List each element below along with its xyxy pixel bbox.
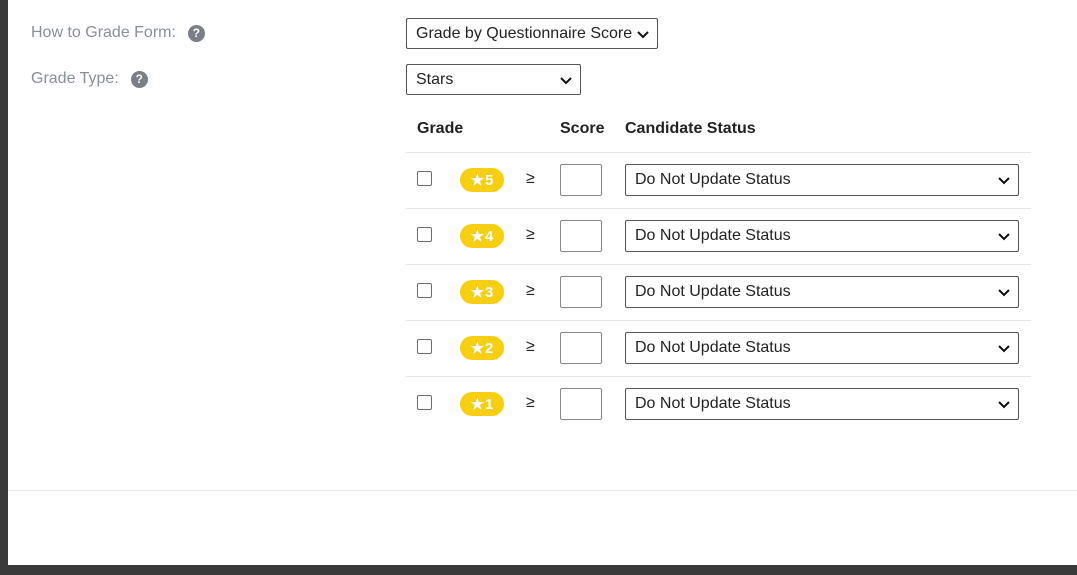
candidate-status-column-header: Candidate Status xyxy=(625,120,756,137)
star-grade-badge: ★ 2 xyxy=(460,336,504,360)
grade-column-header: Grade xyxy=(417,120,464,137)
candidate-status-value: Do Not Update Status xyxy=(635,395,791,412)
grade-type-select[interactable]: Stars xyxy=(406,64,581,95)
greater-or-equal-symbol: ≥ xyxy=(526,226,535,243)
candidate-status-select[interactable]: Do Not Update Status xyxy=(625,276,1019,308)
chevron-down-icon xyxy=(998,289,1010,297)
grade-value: 4 xyxy=(485,227,494,245)
star-icon: ★ xyxy=(470,284,485,301)
star-icon: ★ xyxy=(470,396,485,413)
score-column-header: Score xyxy=(560,120,605,137)
star-icon: ★ xyxy=(470,172,485,189)
how-to-grade-label: How to Grade Form: ? xyxy=(31,24,205,42)
candidate-status-value: Do Not Update Status xyxy=(635,171,791,188)
grade-value: 3 xyxy=(485,283,494,301)
chevron-down-icon xyxy=(637,30,649,38)
star-grade-badge: ★ 3 xyxy=(460,280,504,304)
grade-type-label: Grade Type: ? xyxy=(31,70,148,88)
chevron-down-icon xyxy=(998,233,1010,241)
grade-checkbox[interactable] xyxy=(417,171,432,186)
candidate-status-value: Do Not Update Status xyxy=(635,339,791,356)
score-input[interactable] xyxy=(560,332,602,364)
score-input[interactable] xyxy=(560,388,602,420)
greater-or-equal-symbol: ≥ xyxy=(526,170,535,187)
candidate-status-value: Do Not Update Status xyxy=(635,283,791,300)
star-icon: ★ xyxy=(470,340,485,357)
candidate-status-select[interactable]: Do Not Update Status xyxy=(625,388,1019,420)
row-divider xyxy=(406,320,1031,321)
row-divider xyxy=(406,376,1031,377)
grade-checkbox[interactable] xyxy=(417,395,432,410)
row-divider xyxy=(406,264,1031,265)
star-grade-badge: ★ 4 xyxy=(460,224,504,248)
help-circle-icon[interactable]: ? xyxy=(130,70,148,88)
grade-checkbox[interactable] xyxy=(417,283,432,298)
chevron-down-icon xyxy=(998,345,1010,353)
grade-value: 5 xyxy=(485,171,494,189)
chevron-down-icon xyxy=(560,76,572,84)
greater-or-equal-symbol: ≥ xyxy=(526,282,535,299)
row-divider xyxy=(406,152,1031,153)
grade-checkbox[interactable] xyxy=(417,339,432,354)
row-divider xyxy=(406,208,1031,209)
how-to-grade-select[interactable]: Grade by Questionnaire Score xyxy=(406,18,658,49)
star-grade-badge: ★ 5 xyxy=(460,168,504,192)
footer-divider xyxy=(8,490,1077,491)
score-input[interactable] xyxy=(560,164,602,196)
help-circle-icon[interactable]: ? xyxy=(187,24,205,42)
score-input[interactable] xyxy=(560,220,602,252)
grade-checkbox[interactable] xyxy=(417,227,432,242)
candidate-status-value: Do Not Update Status xyxy=(635,227,791,244)
score-input[interactable] xyxy=(560,276,602,308)
grade-value: 1 xyxy=(485,395,494,413)
star-icon: ★ xyxy=(470,228,485,245)
candidate-status-select[interactable]: Do Not Update Status xyxy=(625,332,1019,364)
star-grade-badge: ★ 1 xyxy=(460,392,504,416)
grade-value: 2 xyxy=(485,339,494,357)
candidate-status-select[interactable]: Do Not Update Status xyxy=(625,164,1019,196)
greater-or-equal-symbol: ≥ xyxy=(526,338,535,355)
candidate-status-select[interactable]: Do Not Update Status xyxy=(625,220,1019,252)
chevron-down-icon xyxy=(998,401,1010,409)
greater-or-equal-symbol: ≥ xyxy=(526,394,535,411)
chevron-down-icon xyxy=(998,177,1010,185)
